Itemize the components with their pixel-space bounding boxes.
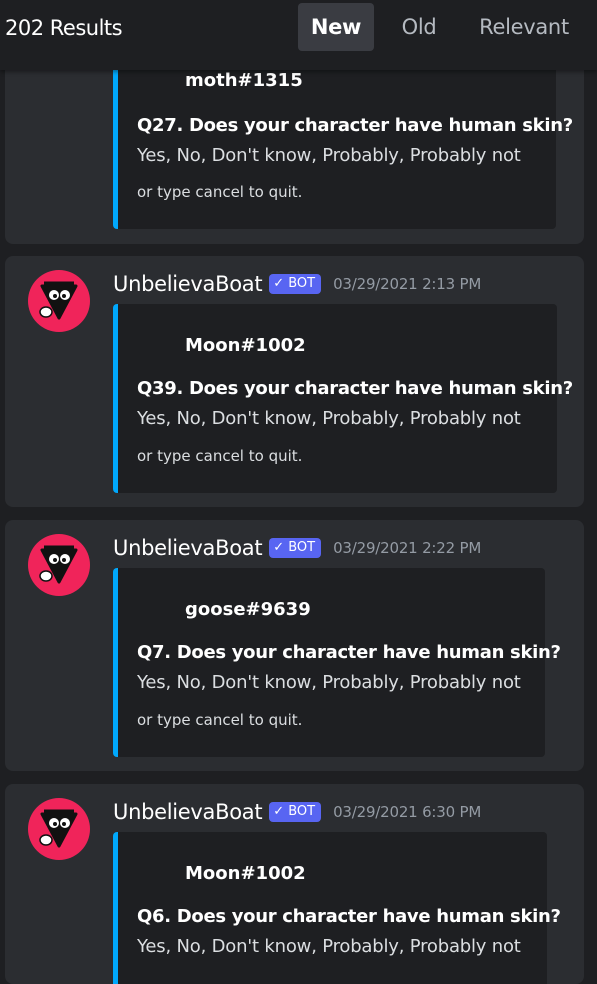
tab-new[interactable]: New [298,3,374,51]
bot-tag: ✓ BOT [269,802,322,822]
author-name[interactable]: UnbelievaBoat [113,536,263,560]
message-header: UnbelievaBoat ✓ BOT 03/29/2021 2:13 PM [113,270,481,298]
bot-avatar[interactable] [28,270,90,332]
message-timestamp[interactable]: 03/29/2021 6:30 PM [333,803,481,821]
embed-title: Q7. Does your character have human skin? [137,642,561,663]
bot-tag-label: BOT [288,276,316,291]
embed-description: Yes, No, Don't know, Probably, Probably … [137,936,521,957]
search-result-card[interactable]: UnbelievaBoat ✓ BOT 03/29/2021 6:30 PM Mo… [5,784,584,984]
bot-avatar[interactable] [28,798,90,860]
embed-footer: or type cancel to quit. [137,183,303,201]
results-count: 202 Results [5,16,123,40]
embed-author-name: moth#1315 [185,70,303,91]
embed-description: Yes, No, Don't know, Probably, Probably … [137,408,521,429]
verified-check-icon: ✓ [273,540,285,555]
author-name[interactable]: UnbelievaBoat [113,272,263,296]
tab-old[interactable]: Old [388,3,450,51]
embed-description: Yes, No, Don't know, Probably, Probably … [137,145,521,166]
tab-relevant[interactable]: Relevant [466,3,582,51]
message-embed: Moon#1002 Q6. Does your character have h… [113,832,561,984]
bot-tag-label: BOT [288,540,316,555]
search-results: moth#1315 Q27. Does your character have … [0,0,597,984]
bot-avatar[interactable] [28,534,90,596]
message-timestamp[interactable]: 03/29/2021 2:22 PM [333,539,481,557]
search-results-header: 202 Results New Old Relevant [0,0,597,70]
author-name[interactable]: UnbelievaBoat [113,800,263,824]
embed-title: Q6. Does your character have human skin? [137,906,561,927]
bot-tag: ✓ BOT [269,538,322,558]
embed-footer: or type cancel to quit. [137,447,303,465]
message-timestamp[interactable]: 03/29/2021 2:13 PM [333,275,481,293]
message-embed: Moon#1002 Q39. Does your character have … [113,304,573,493]
bot-tag-label: BOT [288,804,316,819]
embed-author-name: Moon#1002 [185,335,306,356]
embed-title: Q39. Does your character have human skin… [137,378,573,399]
embed-author-name: Moon#1002 [185,863,306,884]
verified-check-icon: ✓ [273,276,285,291]
bot-tag: ✓ BOT [269,274,322,294]
embed-title: Q27. Does your character have human skin… [137,115,573,136]
search-result-card[interactable]: UnbelievaBoat ✓ BOT 03/29/2021 2:13 PM Mo… [5,256,584,507]
message-header: UnbelievaBoat ✓ BOT 03/29/2021 6:30 PM [113,798,481,826]
message-embed: goose#9639 Q7. Does your character have … [113,568,561,757]
message-header: UnbelievaBoat ✓ BOT 03/29/2021 2:22 PM [113,534,481,562]
search-result-card[interactable]: UnbelievaBoat ✓ BOT 03/29/2021 2:22 PM go… [5,520,584,771]
embed-footer: or type cancel to quit. [137,711,303,729]
embed-author-name: goose#9639 [185,599,311,620]
verified-check-icon: ✓ [273,804,285,819]
embed-description: Yes, No, Don't know, Probably, Probably … [137,672,521,693]
